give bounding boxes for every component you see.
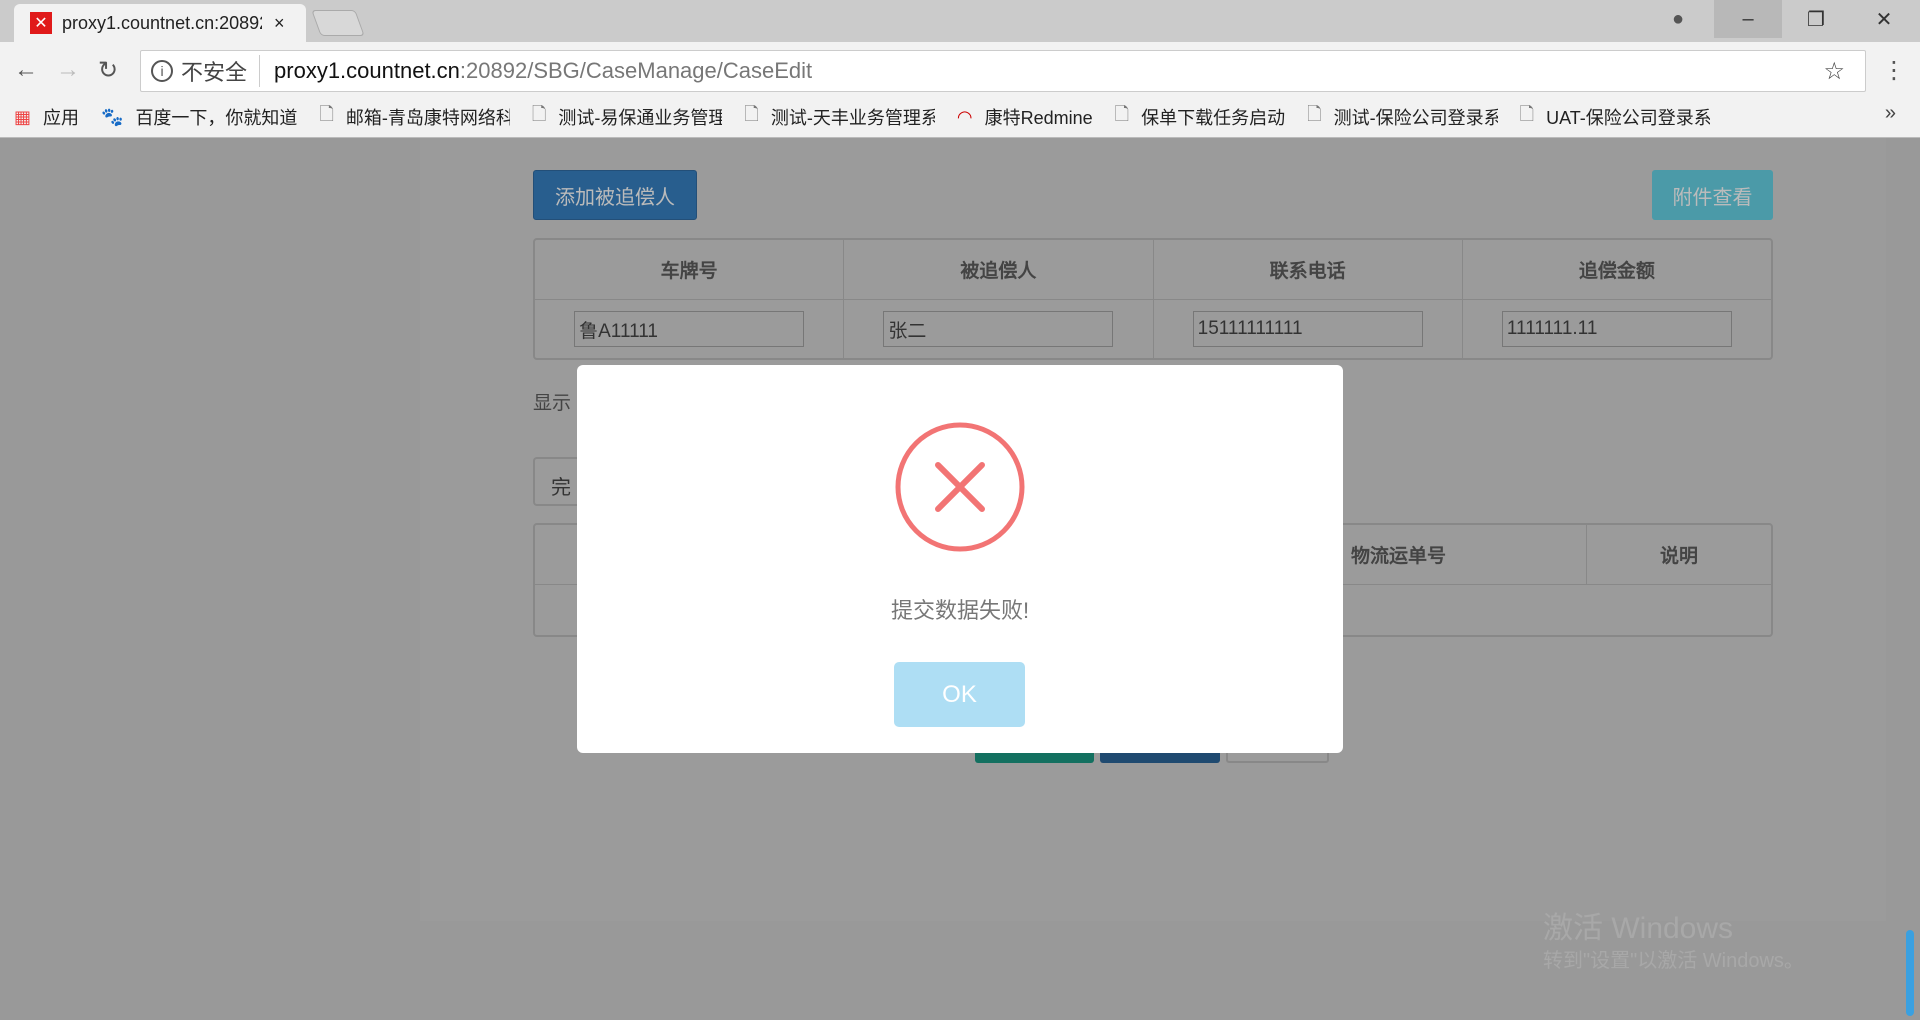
security-label: 不安全 bbox=[181, 55, 261, 87]
ok-button[interactable]: OK bbox=[894, 662, 1025, 727]
apps-icon: ▦ bbox=[14, 106, 32, 127]
page-icon: 🗋 bbox=[531, 104, 547, 124]
bookmark-label: 邮箱-青岛康特网络科 bbox=[345, 108, 510, 128]
tab-bar: ✕ proxy1.countnet.cn:20892 × ● – ❐ ✕ bbox=[0, 0, 1920, 42]
bookmark-item[interactable]: ▦ 应用 bbox=[14, 104, 79, 130]
site-favicon-icon: ✕ bbox=[30, 12, 52, 34]
minimize-button[interactable]: – bbox=[1714, 0, 1782, 38]
browser-tab[interactable]: ✕ proxy1.countnet.cn:20892 × bbox=[14, 4, 306, 42]
info-icon[interactable]: i bbox=[151, 60, 173, 82]
bookmarks-bar: ▦ 应用 🐾 百度一下，你就知道 🗋 邮箱-青岛康特网络科 🗋 测试-易保通业务管理 🗋 测试-天… bbox=[14, 102, 1732, 132]
view-attachment-button[interactable]: 附件查看 bbox=[1652, 170, 1773, 220]
respondent-table: 车牌号 被追偿人 联系电话 追偿金额 鲁A11111 张二 1511111111… bbox=[533, 238, 1773, 360]
bookmark-label: 百度一下，你就知道 bbox=[135, 108, 298, 128]
bookmark-item[interactable]: 🗋 UAT-保险公司登录系 bbox=[1520, 102, 1710, 132]
bookmark-label: UAT-保险公司登录系 bbox=[1546, 108, 1711, 128]
show-label: 显示 bbox=[533, 393, 572, 414]
table-header: 联系电话 bbox=[1154, 240, 1463, 299]
table-header: 被追偿人 bbox=[844, 240, 1154, 299]
url-path: :20892/SBG/CaseManage/CaseEdit bbox=[459, 58, 813, 83]
restore-button[interactable]: ❐ bbox=[1782, 0, 1850, 38]
tab-title: proxy1.countnet.cn:20892 bbox=[62, 12, 262, 33]
bookmark-label: 康特Redmine bbox=[984, 108, 1093, 128]
bookmark-item[interactable]: 🗋 测试-易保通业务管理 bbox=[532, 102, 722, 132]
add-respondent-button[interactable]: 添加被追偿人 bbox=[533, 170, 697, 220]
page-icon: 🗋 bbox=[1114, 104, 1130, 124]
table-header: 车牌号 bbox=[535, 240, 845, 299]
url-host: proxy1.countnet.cn bbox=[274, 58, 460, 83]
plate-number-input[interactable]: 鲁A11111 bbox=[574, 311, 805, 347]
redmine-icon: ◠ bbox=[956, 106, 973, 127]
amount-input[interactable]: 1111111.11 bbox=[1501, 311, 1732, 347]
address-bar[interactable]: i 不安全 proxy1.countnet.cn:20892/SBG/CaseM… bbox=[140, 50, 1866, 92]
forward-icon[interactable]: → bbox=[56, 56, 80, 84]
close-tab-icon[interactable]: × bbox=[274, 13, 285, 34]
bookmark-label: 应用 bbox=[43, 108, 80, 128]
bookmark-label: 测试-保险公司登录系 bbox=[1333, 108, 1498, 128]
table-row: 鲁A11111 张二 15111111111 1111111.11 bbox=[535, 300, 1771, 358]
bookmark-label: 保单下载任务启动 bbox=[1141, 108, 1286, 128]
page-icon: 🗋 bbox=[1307, 104, 1322, 124]
baidu-icon: 🐾 bbox=[101, 106, 124, 127]
bookmark-item[interactable]: 🗋 测试-天丰业务管理系 bbox=[744, 102, 934, 132]
bookmark-label: 测试-天丰业务管理系 bbox=[770, 108, 935, 128]
error-message: 提交数据失败! bbox=[890, 598, 1030, 623]
page-icon: 🗋 bbox=[744, 104, 759, 124]
close-window-button[interactable]: ✕ bbox=[1850, 0, 1918, 38]
menu-icon[interactable]: ⋮ bbox=[1882, 56, 1906, 85]
bookmark-item[interactable]: 🗋 测试-保险公司登录系 bbox=[1307, 102, 1497, 132]
error-x-icon bbox=[895, 422, 1025, 552]
bookmark-star-icon[interactable]: ☆ bbox=[1823, 57, 1845, 86]
bookmark-item[interactable]: 🐾 百度一下，你就知道 bbox=[101, 104, 297, 130]
table-header: 追偿金额 bbox=[1578, 261, 1655, 282]
bookmark-label: 测试-易保通业务管理 bbox=[558, 108, 723, 128]
page-icon: 🗋 bbox=[319, 104, 334, 124]
new-tab-button[interactable] bbox=[311, 10, 365, 36]
bookmark-item[interactable]: 🗋 邮箱-青岛康特网络科 bbox=[319, 102, 509, 132]
page-icon: 🗋 bbox=[1519, 104, 1535, 124]
respondent-input[interactable]: 张二 bbox=[883, 311, 1114, 347]
error-dialog: 提交数据失败! OK bbox=[577, 365, 1343, 753]
bookmark-item[interactable]: ◠ 康特Redmine bbox=[957, 104, 1093, 130]
more-bookmarks-icon[interactable]: » bbox=[1885, 102, 1896, 125]
back-icon[interactable]: ← bbox=[14, 56, 38, 84]
table-header: 说明 bbox=[1659, 546, 1698, 567]
bookmark-item[interactable]: 🗋 保单下载任务启动 bbox=[1115, 102, 1285, 132]
scrollbar[interactable] bbox=[1906, 930, 1914, 1016]
watermark-title: 激活 Windows bbox=[1543, 912, 1734, 945]
watermark-subtitle: 转到"设置"以激活 Windows。 bbox=[1543, 950, 1804, 972]
profile-icon[interactable]: ● bbox=[1644, 0, 1712, 38]
reload-icon[interactable]: ↻ bbox=[98, 56, 118, 85]
phone-input[interactable]: 15111111111 bbox=[1192, 311, 1423, 347]
browser-toolbar: ← → ↻ i 不安全 proxy1.countnet.cn:20892/SBG… bbox=[0, 42, 1920, 138]
